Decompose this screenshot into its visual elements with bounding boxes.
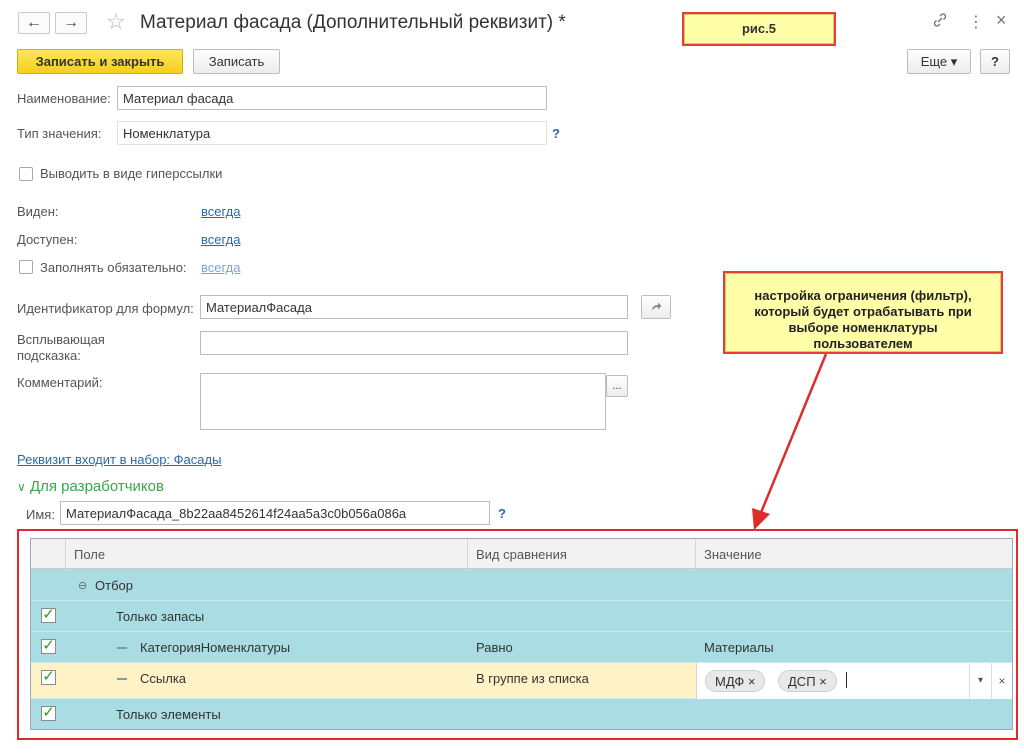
callout-line-1: настройка ограничения (фильтр), [754, 288, 972, 303]
help-button[interactable]: ? [980, 49, 1010, 74]
row-value: Материалы [704, 640, 774, 655]
redo-arrow-icon [652, 302, 662, 311]
table-row[interactable]: ✓ КатегорияНоменклатуры Равно Материалы [31, 632, 1012, 663]
visible-link[interactable]: всегда [201, 204, 240, 219]
callout-line-2: который будет отрабатывать при [754, 304, 972, 319]
visible-label: Виден: [17, 204, 59, 219]
group-label: Отбор [95, 578, 133, 593]
row-checkbox[interactable]: ✓ [41, 607, 56, 623]
comment-field[interactable] [200, 373, 606, 430]
filter-callout: настройка ограничения (фильтр), который … [725, 273, 1001, 352]
header-comparison[interactable]: Вид сравнения [468, 539, 696, 569]
table-row-selected[interactable]: ✓ Ссылка В группе из списка МДФ × ДСП × … [31, 663, 1012, 699]
link-icon[interactable] [932, 12, 948, 33]
row-field: КатегорияНоменклатуры [140, 640, 291, 655]
row-checkbox[interactable]: ✓ [41, 705, 56, 721]
tooltip-label: Всплывающая подсказка: [17, 332, 105, 364]
type-field[interactable]: Номенклатура [117, 121, 547, 145]
more-menu-button[interactable]: Еще ▾ [907, 49, 971, 74]
hyperlink-label: Выводить в виде гиперссылки [40, 166, 223, 181]
tooltip-label-line2: подсказка: [17, 348, 81, 363]
row-checkbox[interactable]: ✓ [41, 669, 56, 685]
tag-dsp[interactable]: ДСП × [778, 670, 837, 692]
comment-expand-button[interactable]: ... [606, 375, 628, 397]
header-field[interactable]: Поле [66, 539, 468, 569]
dropdown-arrow-icon[interactable]: ▾ [969, 663, 991, 699]
forward-button[interactable]: → [55, 12, 87, 34]
favorite-star-icon[interactable]: ☆ [106, 11, 126, 33]
dev-help-icon[interactable]: ? [498, 506, 506, 521]
available-label: Доступен: [17, 232, 78, 247]
hyperlink-checkbox[interactable] [19, 167, 33, 181]
name-field[interactable]: Материал фасада [117, 86, 547, 110]
formula-id-label: Идентификатор для формул: [17, 301, 194, 316]
available-link[interactable]: всегда [201, 232, 240, 247]
tag-mdf[interactable]: МДФ × [705, 670, 766, 692]
type-help-icon[interactable]: ? [552, 126, 560, 141]
set-link[interactable]: Реквизит входит в набор: Фасады [17, 452, 221, 467]
row-comparison: Равно [476, 640, 513, 655]
figure-label: рис.5 [684, 14, 834, 44]
clear-icon[interactable]: × [991, 663, 1012, 699]
tooltip-field[interactable] [200, 331, 628, 355]
chevron-down-icon: ∨ [17, 480, 26, 494]
value-tag-editor[interactable]: МДФ × ДСП × ▾ × [696, 663, 1012, 699]
page-title: Материал фасада (Дополнительный реквизит… [140, 12, 566, 33]
forward-arrow-icon: → [63, 14, 79, 31]
callout-arrow [752, 353, 828, 530]
more-vertical-icon[interactable]: ⋮ [968, 12, 984, 32]
dev-section-header[interactable]: ∨ Для разработчиков [17, 478, 164, 495]
filter-table[interactable]: Поле Вид сравнения Значение ⊖ Отбор ✓ То… [30, 538, 1013, 730]
type-label: Тип значения: [17, 126, 102, 141]
comment-label: Комментарий: [17, 375, 103, 390]
condition-dash-icon [117, 647, 127, 649]
row-field: Только запасы [116, 609, 205, 624]
row-checkbox[interactable]: ✓ [41, 638, 56, 654]
table-row[interactable]: ✓ Только запасы [31, 601, 1012, 632]
row-field: Ссылка [140, 671, 187, 686]
save-and-close-button[interactable]: Записать и закрыть [17, 49, 183, 74]
row-comparison: В группе из списка [476, 671, 589, 686]
dev-name-field[interactable]: МатериалФасада_8b22aa8452614f24aa5a3c0b0… [60, 501, 490, 525]
text-cursor [846, 672, 847, 688]
header-check-col [31, 539, 66, 569]
close-icon[interactable]: × [996, 10, 1007, 31]
required-checkbox[interactable] [19, 260, 33, 274]
callout-line-3: выборе номенклатуры [788, 320, 938, 335]
collapse-icon[interactable]: ⊖ [78, 579, 87, 592]
table-row[interactable]: ✓ Только элементы [31, 699, 1012, 730]
name-label: Наименование: [17, 91, 111, 106]
group-row[interactable]: ⊖ Отбор [31, 570, 1012, 601]
required-link[interactable]: всегда [201, 260, 240, 275]
required-label: Заполнять обязательно: [40, 260, 187, 275]
dev-name-label: Имя: [26, 507, 55, 522]
formula-id-field[interactable]: МатериалФасада [200, 295, 628, 319]
tooltip-label-line1: Всплывающая [17, 332, 105, 347]
refresh-id-button[interactable] [641, 295, 671, 319]
back-button[interactable]: ← [18, 12, 50, 34]
row-field: Только элементы [116, 707, 221, 722]
header-value[interactable]: Значение [696, 539, 1012, 569]
back-arrow-icon: ← [26, 14, 42, 31]
filter-table-frame: Поле Вид сравнения Значение ⊖ Отбор ✓ То… [17, 529, 1018, 740]
save-button[interactable]: Записать [193, 49, 280, 74]
condition-dash-icon [117, 678, 127, 680]
dev-section-title: Для разработчиков [29, 478, 164, 495]
